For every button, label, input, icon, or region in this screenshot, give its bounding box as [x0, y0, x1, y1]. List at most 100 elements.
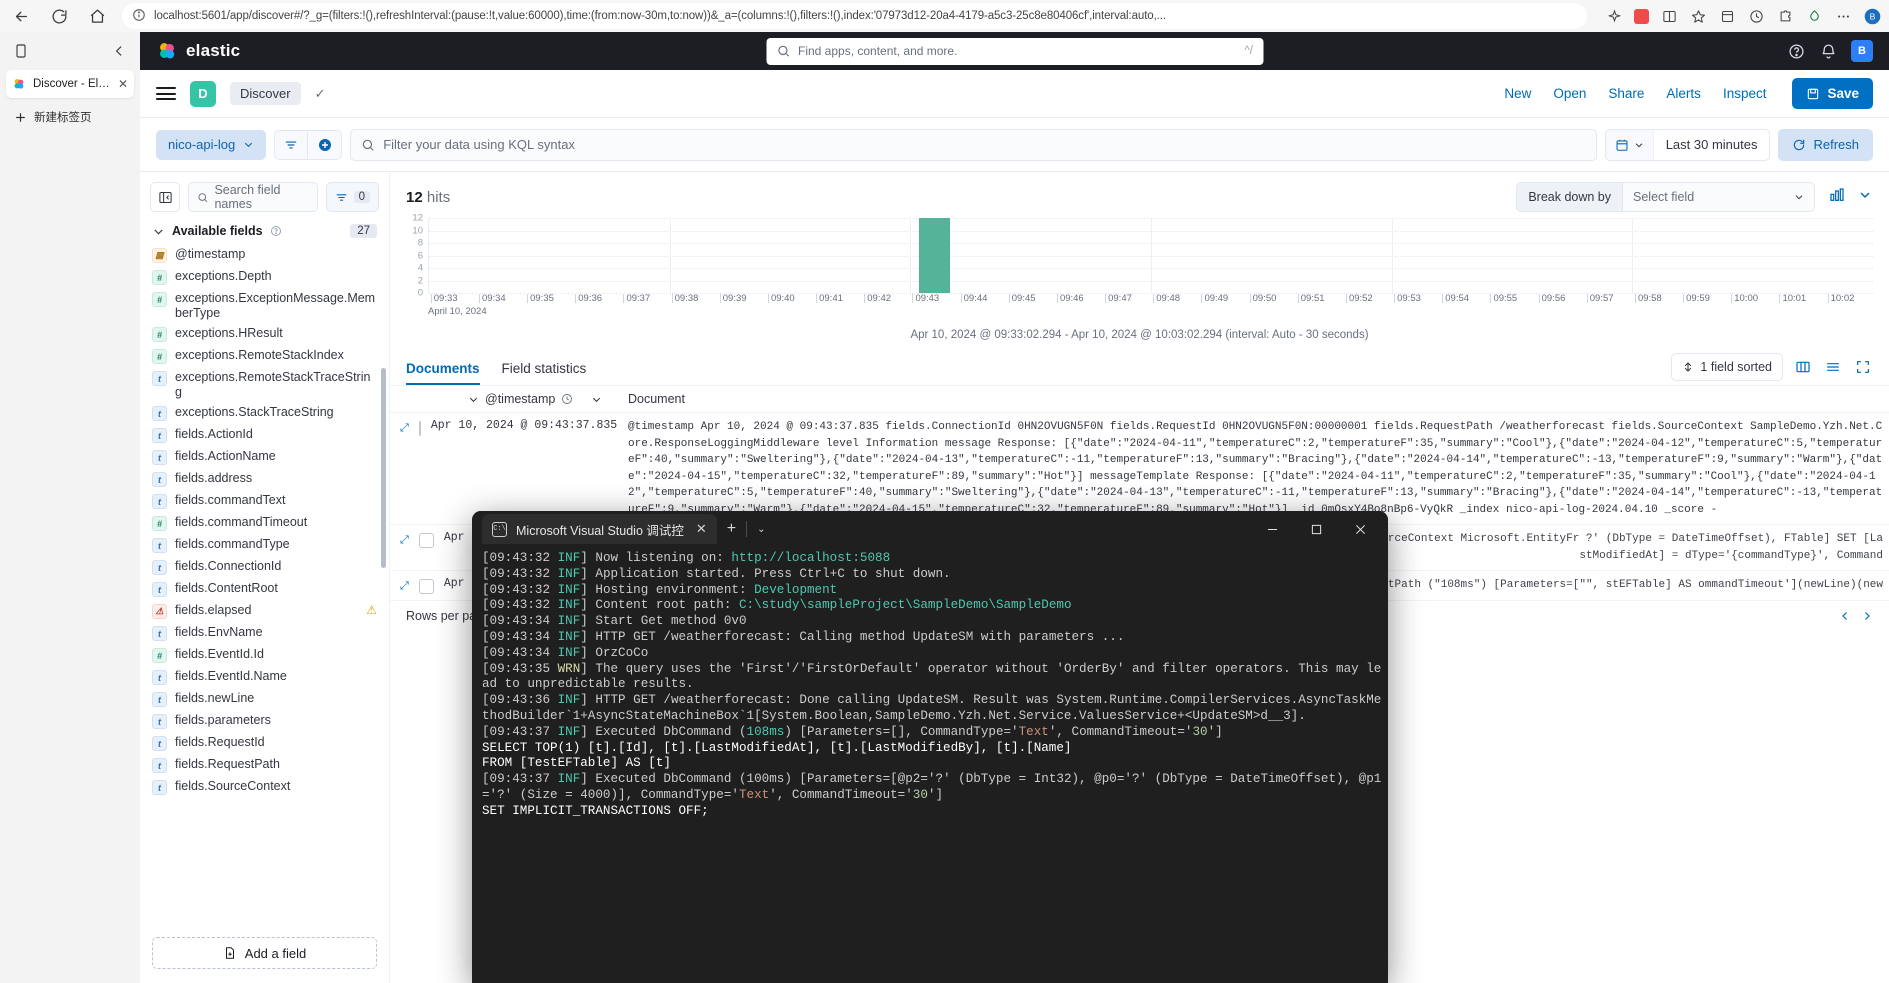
back-icon[interactable]: [8, 3, 34, 29]
new-tab-button[interactable]: 新建标签页: [6, 104, 134, 130]
density-icon[interactable]: [1823, 357, 1843, 377]
filter-list-icon[interactable]: [275, 130, 309, 159]
row-checkbox[interactable]: [418, 421, 421, 436]
prev-page-icon[interactable]: [1839, 610, 1851, 622]
sidebar-field-item[interactable]: t fields.EventId.Name: [140, 666, 389, 688]
extensions-puzzle-icon[interactable]: [1776, 7, 1794, 25]
news-alerts-icon[interactable]: [1819, 42, 1837, 60]
tab-documents[interactable]: Documents: [406, 351, 480, 385]
history-icon[interactable]: [1747, 7, 1765, 25]
sparkle-icon[interactable]: [1605, 7, 1623, 25]
sidebar-field-item[interactable]: t fields.newLine: [140, 688, 389, 710]
sidebar-scrollbar[interactable]: [381, 368, 386, 568]
nav-link-share[interactable]: Share: [1608, 86, 1644, 101]
table-row[interactable]: ⤢ Apr 10, 2024 @ 09:43:37.835 @timestamp A…: [390, 413, 1889, 525]
close-window-button[interactable]: [1338, 513, 1382, 545]
sidebar-field-item[interactable]: # fields.commandTimeout: [140, 512, 389, 534]
nav-link-alerts[interactable]: Alerts: [1666, 86, 1701, 101]
chart-collapse-icon[interactable]: [1857, 187, 1873, 208]
column-menu-icon[interactable]: [591, 394, 602, 405]
sidebar-field-item[interactable]: t exceptions.StackTraceString: [140, 402, 389, 424]
date-picker[interactable]: Last 30 minutes: [1604, 128, 1771, 161]
close-tab-icon[interactable]: ✕: [118, 77, 128, 91]
refresh-button[interactable]: Refresh: [1778, 128, 1873, 161]
chart-plot-area[interactable]: 12 10 8 6 4 2 0: [412, 213, 1873, 299]
sidebar-field-item[interactable]: t fields.commandType: [140, 534, 389, 556]
close-icon[interactable]: ✕: [696, 521, 707, 537]
sidebar-field-item[interactable]: ⚠ fields.elapsed ⚠: [140, 600, 389, 622]
chart-bar[interactable]: [918, 218, 950, 293]
user-avatar[interactable]: B: [1851, 40, 1873, 62]
breadcrumb[interactable]: Discover: [230, 82, 301, 105]
maximize-button[interactable]: [1294, 513, 1338, 545]
collections-icon[interactable]: [1718, 7, 1736, 25]
sidebar-field-item[interactable]: t fields.ActionName: [140, 446, 389, 468]
sidebar-field-item[interactable]: t fields.RequestId: [140, 732, 389, 754]
sidebar-field-item[interactable]: # exceptions.HResult: [140, 323, 389, 345]
more-options-icon[interactable]: [1834, 7, 1852, 25]
address-bar[interactable]: localhost:5601/app/discover#/?_g=(filter…: [122, 3, 1587, 29]
sidebar-field-item[interactable]: t fields.ActionId: [140, 424, 389, 446]
help-icon[interactable]: [270, 225, 282, 237]
collapse-sidebar-icon[interactable]: [150, 182, 180, 212]
global-search-input[interactable]: Find apps, content, and more. ^/: [766, 37, 1263, 65]
expand-row-icon[interactable]: ⤢: [400, 580, 409, 593]
nav-link-inspect[interactable]: Inspect: [1723, 86, 1767, 101]
minimize-button[interactable]: [1250, 513, 1294, 545]
chart-type-icon[interactable]: [1829, 187, 1845, 208]
sidebar-field-item[interactable]: t fields.parameters: [140, 710, 389, 732]
sidebar-field-item[interactable]: # exceptions.RemoteStackIndex: [140, 345, 389, 367]
menu-toggle-icon[interactable]: [156, 84, 176, 104]
calendar-dropdown[interactable]: [1605, 129, 1654, 160]
expand-row-icon[interactable]: ⤢: [400, 534, 409, 547]
sidebar-field-item[interactable]: # exceptions.ExceptionMessage.MemberType: [140, 288, 389, 323]
collapse-tabstrip-icon[interactable]: [108, 40, 130, 62]
home-icon[interactable]: [84, 3, 110, 29]
tab-actions-icon[interactable]: [10, 40, 32, 62]
sidebar-field-item[interactable]: t fields.SourceContext: [140, 776, 389, 798]
data-source-selector[interactable]: nico-api-log: [156, 129, 267, 160]
breakdown-select[interactable]: Select field: [1622, 182, 1815, 212]
profile-avatar[interactable]: B: [1863, 7, 1881, 25]
elastic-logo[interactable]: elastic: [156, 40, 240, 62]
column-settings-icon[interactable]: [1793, 357, 1813, 377]
terminal-tab[interactable]: C:\ Microsoft Visual Studio 调试控 ✕: [482, 514, 717, 544]
sidebar-field-item[interactable]: # exceptions.Depth: [140, 266, 389, 288]
terminal-dropdown-icon[interactable]: ⌄: [747, 524, 775, 535]
sidebar-field-item[interactable]: t fields.RequestPath: [140, 754, 389, 776]
sidebar-field-item[interactable]: t fields.EnvName: [140, 622, 389, 644]
sidebar-field-item[interactable]: t fields.commandText: [140, 490, 389, 512]
sidebar-field-item[interactable]: t fields.ConnectionId: [140, 556, 389, 578]
expand-row-icon[interactable]: ⤢: [400, 422, 409, 435]
terminal-output[interactable]: [09:43:32 INF] Now listening on: http://…: [472, 547, 1388, 983]
col-header-document[interactable]: Document: [610, 392, 1889, 406]
row-checkbox[interactable]: [418, 579, 434, 594]
browser-tab-discover[interactable]: Discover - Elastic ✕: [6, 70, 134, 98]
sort-fields-button[interactable]: 1 field sorted: [1671, 353, 1783, 381]
available-fields-header[interactable]: Available fields 27: [140, 220, 389, 244]
favorite-star-icon[interactable]: [1689, 7, 1707, 25]
save-button[interactable]: Save: [1792, 78, 1873, 109]
tab-field-statistics[interactable]: Field statistics: [502, 351, 587, 385]
fullscreen-icon[interactable]: [1853, 357, 1873, 377]
sidebar-field-item[interactable]: ▦ @timestamp: [140, 244, 389, 266]
add-filter-icon[interactable]: [308, 130, 342, 159]
field-search-input[interactable]: Search field names: [188, 182, 318, 212]
reload-icon[interactable]: [46, 3, 72, 29]
nav-link-open[interactable]: Open: [1553, 86, 1586, 101]
time-range-label[interactable]: Last 30 minutes: [1654, 130, 1770, 160]
next-page-icon[interactable]: [1861, 610, 1873, 622]
sidebar-field-item[interactable]: t fields.address: [140, 468, 389, 490]
row-checkbox[interactable]: [418, 533, 434, 548]
field-filter-button[interactable]: 0: [325, 182, 379, 212]
sidebar-field-item[interactable]: t fields.ContentRoot: [140, 578, 389, 600]
browser-essentials-icon[interactable]: [1805, 7, 1823, 25]
col-header-timestamp[interactable]: @timestamp: [390, 392, 610, 406]
help-icon[interactable]: [1787, 42, 1805, 60]
sidebar-field-item[interactable]: t exceptions.RemoteStackTraceString: [140, 367, 389, 402]
kql-search-input[interactable]: Filter your data using KQL syntax: [350, 128, 1597, 161]
new-terminal-icon[interactable]: +: [717, 520, 746, 538]
split-screen-icon[interactable]: [1660, 7, 1678, 25]
sidebar-field-item[interactable]: # fields.EventId.Id: [140, 644, 389, 666]
nav-link-new[interactable]: New: [1504, 86, 1531, 101]
